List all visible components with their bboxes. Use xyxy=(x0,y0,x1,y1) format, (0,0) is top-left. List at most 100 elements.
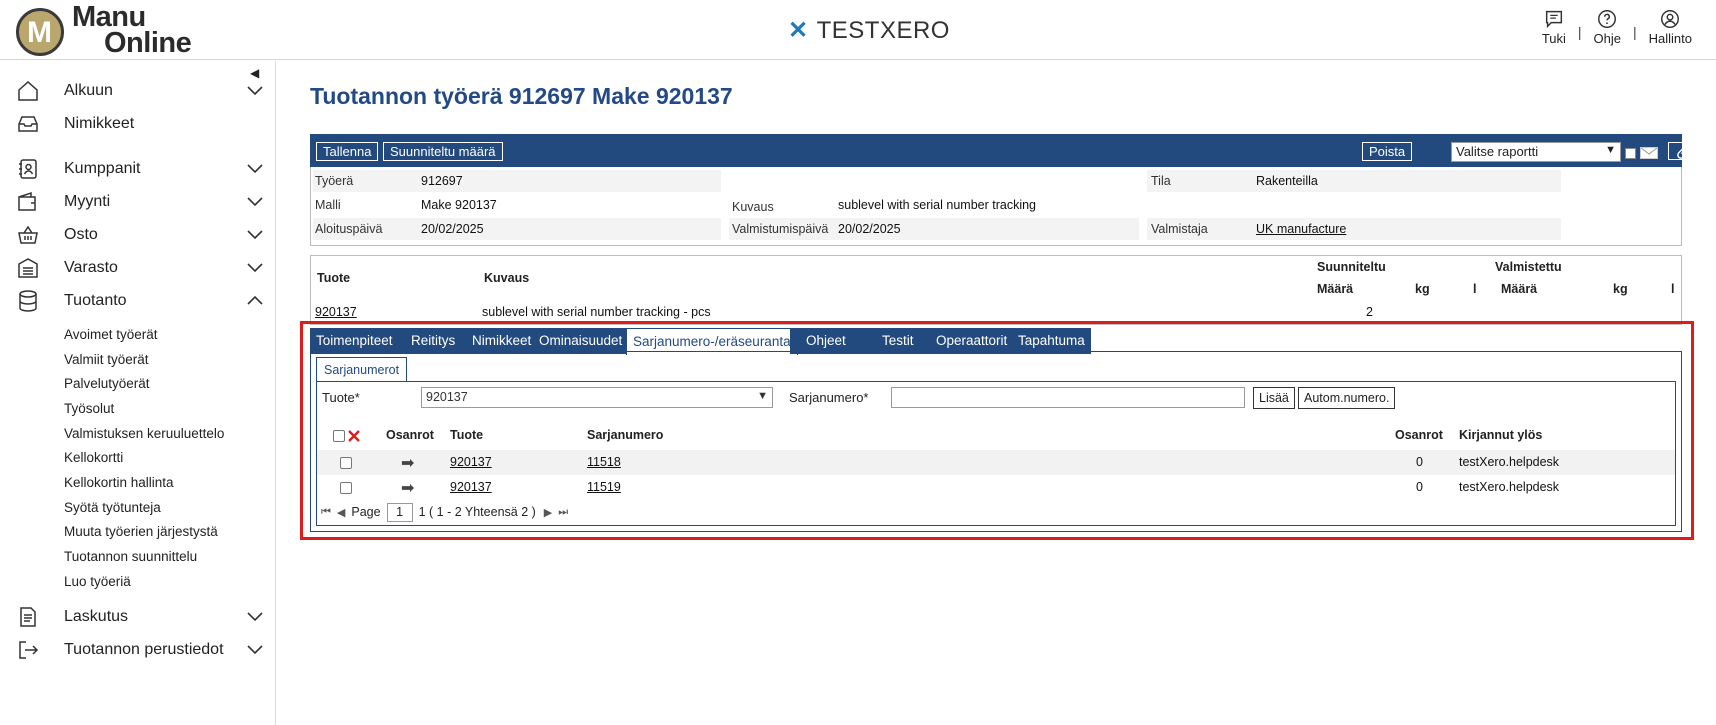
subnav-kellokortti[interactable]: Kellokortti xyxy=(64,450,123,465)
chevron-down-icon xyxy=(247,612,263,622)
workorder-label: Työerä xyxy=(315,174,354,188)
wallet-icon xyxy=(14,189,42,215)
first-page-icon[interactable]: ⏮ xyxy=(321,506,331,519)
planned-quantity-button[interactable]: Suunniteltu määrä xyxy=(383,142,503,161)
serial-numbers-panel: Tuote* 920137 ▼ Sarjanumero* Lisää Autom.… xyxy=(316,381,1676,526)
product-table: Suunniteltu Valmistettu Tuote Kuvaus Mää… xyxy=(310,255,1682,325)
header-separator: | xyxy=(1633,24,1637,40)
row-serial-link[interactable]: 11518 xyxy=(587,455,621,469)
tenant-brand: ✕ TESTXERO xyxy=(788,16,950,45)
page-title: Tuotannon työerä 912697 Make 920137 xyxy=(310,83,733,109)
add-button[interactable]: Lisää xyxy=(1253,387,1295,409)
main-content: Tuotannon työerä 912697 Make 920137 Tall… xyxy=(277,61,1716,725)
header-links: Tuki | Ohje | Hallinto xyxy=(1532,8,1702,52)
nav-item-osto[interactable]: Osto xyxy=(14,219,264,251)
arrow-right-icon[interactable]: ➡ xyxy=(401,453,414,473)
nav-item-alkuun[interactable]: Alkuun xyxy=(14,75,264,107)
nav-item-nimikkeet[interactable]: Nimikkeet xyxy=(14,108,264,140)
mail-icon[interactable] xyxy=(1640,147,1658,159)
report-select[interactable]: Valitse raportti ▼ xyxy=(1451,142,1621,162)
admin-link[interactable]: Hallinto xyxy=(1639,8,1702,46)
serial-tracking-panel: Sarjanumerot Tuote* 920137 ▼ Sarjanumero*… xyxy=(310,351,1682,532)
arrow-right-icon[interactable]: ➡ xyxy=(401,478,414,498)
chevron-down-icon xyxy=(247,197,263,207)
sidebar: ◀ Alkuun Nimikkeet Kumppanit Myynti Osto… xyxy=(0,61,276,725)
warehouse-icon xyxy=(14,255,42,281)
row-checkbox[interactable] xyxy=(340,482,352,494)
page-number-input[interactable]: 1 xyxy=(386,502,413,522)
subnav-tuotannon-suunnittelu[interactable]: Tuotannon suunnittelu xyxy=(64,549,197,564)
select-all-checkbox[interactable] xyxy=(333,430,345,442)
nav-item-tuotannon-perustiedot[interactable]: Tuotannon perustiedot xyxy=(14,634,264,666)
row-product-link[interactable]: 920137 xyxy=(450,455,492,469)
save-button[interactable]: Tallenna xyxy=(316,142,379,161)
manu-online-logo[interactable]: M Manu Online xyxy=(16,3,216,59)
nav-label: Kumppanit xyxy=(64,160,141,177)
subnav-avoimet-tyoerat[interactable]: Avoimet työerät xyxy=(64,327,158,342)
workorder-value: 912697 xyxy=(421,174,463,188)
status-label: Tila xyxy=(1151,174,1171,188)
help-label: Ohje xyxy=(1593,31,1621,46)
row-user: testXero.helpdesk xyxy=(1459,480,1560,494)
subnav-syota-tyotunteja[interactable]: Syötä työtunteja xyxy=(64,500,161,515)
last-page-icon[interactable]: ⏭ xyxy=(558,506,568,519)
nav-item-varasto[interactable]: Varasto xyxy=(14,252,264,284)
delete-button[interactable]: Poista xyxy=(1362,142,1413,161)
nav-item-myynti[interactable]: Myynti xyxy=(14,186,264,218)
next-page-icon[interactable]: ▶ xyxy=(544,506,552,519)
nav-label: Nimikkeet xyxy=(64,115,135,132)
start-date-label: Aloituspäivä xyxy=(315,222,383,236)
planned-l-header: l xyxy=(1473,282,1477,296)
col-kirjannut: Kirjannut ylös xyxy=(1459,428,1543,442)
help-link[interactable]: Ohje xyxy=(1584,8,1631,46)
manufacturer-link[interactable]: UK manufacture xyxy=(1256,222,1346,236)
row-checkbox[interactable] xyxy=(340,457,352,469)
support-link[interactable]: Tuki xyxy=(1532,8,1576,46)
user-icon xyxy=(1661,10,1680,28)
description-value: sublevel with serial number tracking xyxy=(838,198,1037,212)
start-date-value: 20/02/2025 xyxy=(421,222,484,236)
nav-item-tuotanto[interactable]: Tuotanto xyxy=(14,285,264,317)
produced-header: Valmistettu xyxy=(1495,260,1562,274)
subnav-kellokortin-hallinta[interactable]: Kellokortin hallinta xyxy=(64,475,174,490)
page-label: Page xyxy=(351,505,381,519)
finish-date-label: Valmistumispäivä xyxy=(732,222,829,236)
product-link[interactable]: 920137 xyxy=(315,305,357,319)
nav-item-laskutus[interactable]: Laskutus xyxy=(14,601,264,633)
subnav-palvelutyoerat[interactable]: Palvelutyöerät xyxy=(64,376,150,391)
pagination: ⏮ ◀ Page 1 1 ( 1 - 2 Yhteensä 2 ) ▶ ⏭ xyxy=(321,501,574,523)
finish-date-value: 20/02/2025 xyxy=(838,222,901,236)
row-product-link[interactable]: 920137 xyxy=(450,480,492,494)
logo-emblem: M xyxy=(16,8,64,56)
subtab-sarjanumerot[interactable]: Sarjanumerot xyxy=(316,357,408,382)
attachment-button[interactable] xyxy=(1668,142,1702,160)
subnav-muuta-jarjestysta[interactable]: Muuta työerien järjestystä xyxy=(64,524,218,539)
subnav-luo-tyoeria[interactable]: Luo työeriä xyxy=(64,574,131,589)
support-label: Tuki xyxy=(1541,31,1566,46)
logo-text: Manu Online xyxy=(72,3,192,59)
prev-page-icon[interactable]: ◀ xyxy=(337,506,345,519)
row-parts-count: 0 xyxy=(1416,455,1423,469)
auto-number-button[interactable]: Autom.numero. xyxy=(1298,387,1396,409)
exit-icon xyxy=(14,637,42,663)
nav-label: Alkuun xyxy=(64,82,113,99)
nav-label: Varasto xyxy=(64,259,118,276)
logo-line-2: Online xyxy=(104,27,192,59)
chevron-down-icon xyxy=(247,230,263,240)
serial-number-input[interactable] xyxy=(891,387,1245,408)
nav-item-kumppanit[interactable]: Kumppanit xyxy=(14,153,264,185)
subnav-tyosolut[interactable]: Työsolut xyxy=(64,401,114,416)
info-row: Aloituspäivä 20/02/2025 Valmistumispäivä… xyxy=(311,218,1681,240)
email-report-checkbox[interactable] xyxy=(1625,148,1636,159)
subnav-keruuluettelo[interactable]: Valmistuksen keruuluettelo xyxy=(64,426,224,441)
delete-x-icon[interactable] xyxy=(347,429,361,443)
document-icon xyxy=(14,604,42,630)
table-row: ➡ 920137 11519 0 testXero.helpdesk xyxy=(317,475,1675,500)
product-select[interactable]: 920137 ▼ xyxy=(421,387,773,408)
subnav-valmiit-tyoerat[interactable]: Valmiit työerät xyxy=(64,352,149,367)
row-serial-link[interactable]: 11519 xyxy=(587,480,621,494)
produced-qty-header: Määrä xyxy=(1501,282,1538,296)
produced-kg-header: kg xyxy=(1613,282,1628,296)
workorder-info: Työerä 912697 Tila Rakenteilla Malli Mak… xyxy=(310,167,1682,246)
header-separator: | xyxy=(1577,24,1582,40)
